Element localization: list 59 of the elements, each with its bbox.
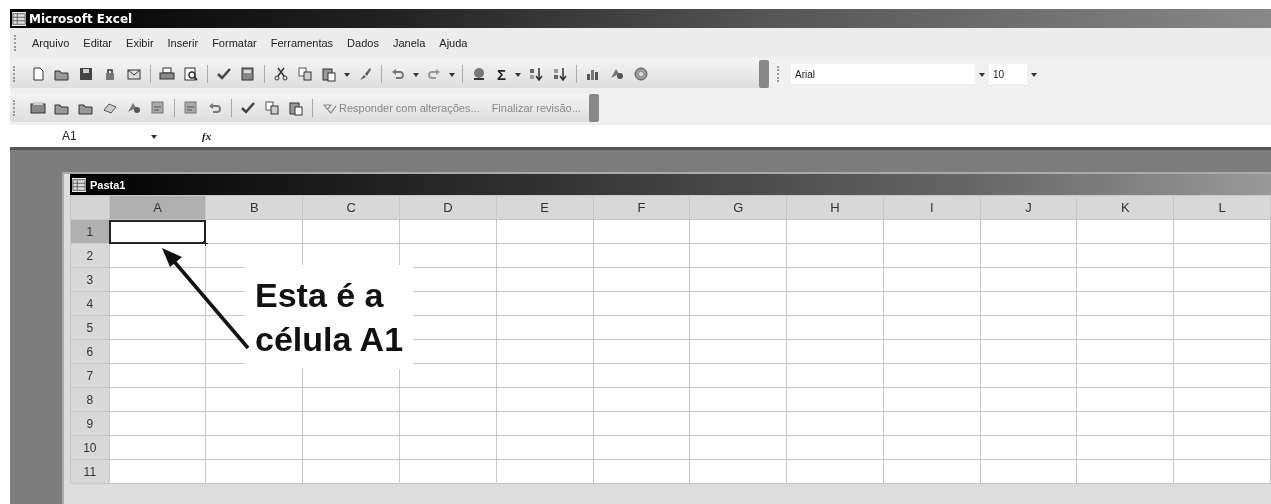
row-header[interactable]: 3 xyxy=(70,267,110,292)
callout-text: Esta é a célula A1 xyxy=(255,275,404,360)
dropdown-caret-icon[interactable] xyxy=(514,70,522,78)
menu-item[interactable]: Exibir xyxy=(119,34,161,51)
row-header[interactable]: 9 xyxy=(70,411,110,436)
row-header[interactable]: 4 xyxy=(70,291,110,316)
row-header[interactable]: 6 xyxy=(70,339,110,364)
row-header[interactable]: 8 xyxy=(70,387,110,412)
dropdown-caret-icon[interactable] xyxy=(150,132,158,140)
spreadsheet-icon xyxy=(72,177,86,192)
name-box[interactable]: A1 xyxy=(10,129,140,143)
row-header[interactable]: 7 xyxy=(70,363,110,388)
function-button[interactable]: fx xyxy=(202,130,212,142)
column-header[interactable]: H xyxy=(786,195,884,220)
reply-changes-icon[interactable] xyxy=(323,102,337,114)
column-header[interactable]: J xyxy=(980,195,1077,220)
column-header[interactable]: F xyxy=(593,195,690,220)
column-header[interactable]: G xyxy=(689,195,787,220)
row-header[interactable]: 10 xyxy=(70,435,110,460)
column-header[interactable]: A xyxy=(109,195,206,220)
row-header[interactable]: 11 xyxy=(70,459,110,484)
menu-item[interactable]: Ferramentas xyxy=(263,34,341,51)
active-cell[interactable] xyxy=(109,219,206,244)
column-header[interactable]: K xyxy=(1076,195,1174,220)
dropdown-caret-icon[interactable] xyxy=(412,70,420,78)
font-field[interactable]: Arial xyxy=(791,64,975,84)
window-title: Microsoft Excel xyxy=(29,11,133,26)
copy-icon[interactable] xyxy=(295,65,315,83)
menu-item[interactable]: Formatar xyxy=(205,34,264,51)
window-icon[interactable] xyxy=(28,99,48,117)
dropdown-caret-icon[interactable] xyxy=(978,70,986,78)
dropdown-caret-icon[interactable] xyxy=(1030,70,1038,78)
font-size-field[interactable]: 10 xyxy=(989,64,1027,84)
column-header[interactable]: D xyxy=(399,195,497,220)
dropdown-caret-icon[interactable] xyxy=(343,70,351,78)
column-header[interactable]: B xyxy=(205,195,303,220)
clipboard-icon[interactable] xyxy=(286,99,306,117)
toolbar-options-icon[interactable] xyxy=(588,94,599,122)
row-header[interactable]: 1 xyxy=(70,219,110,244)
workbook-title: Pasta1 xyxy=(90,178,126,191)
row-header[interactable]: 2 xyxy=(70,243,110,268)
column-header[interactable]: I xyxy=(883,195,981,220)
menu-item[interactable]: Ajuda xyxy=(432,34,475,51)
column-header[interactable]: C xyxy=(302,195,400,220)
copy-icon[interactable] xyxy=(262,99,282,117)
column-header[interactable]: E xyxy=(496,195,594,220)
menu-item[interactable]: Arquivo xyxy=(25,34,77,51)
sum-button[interactable]: Σ xyxy=(493,65,510,83)
menu-item[interactable]: Janela xyxy=(385,34,433,51)
menu-item[interactable]: Editar xyxy=(76,34,120,51)
column-header[interactable]: L xyxy=(1173,195,1271,220)
print-icon[interactable] xyxy=(157,65,177,83)
menu-item[interactable]: Inserir xyxy=(160,34,206,51)
menu-item[interactable]: Dados xyxy=(340,34,386,51)
paste-icon[interactable] xyxy=(319,65,339,83)
spreadsheet-icon xyxy=(12,11,26,26)
dropdown-caret-icon[interactable] xyxy=(448,70,456,78)
row-header[interactable]: 5 xyxy=(70,315,110,340)
cut-icon[interactable] xyxy=(271,65,291,83)
